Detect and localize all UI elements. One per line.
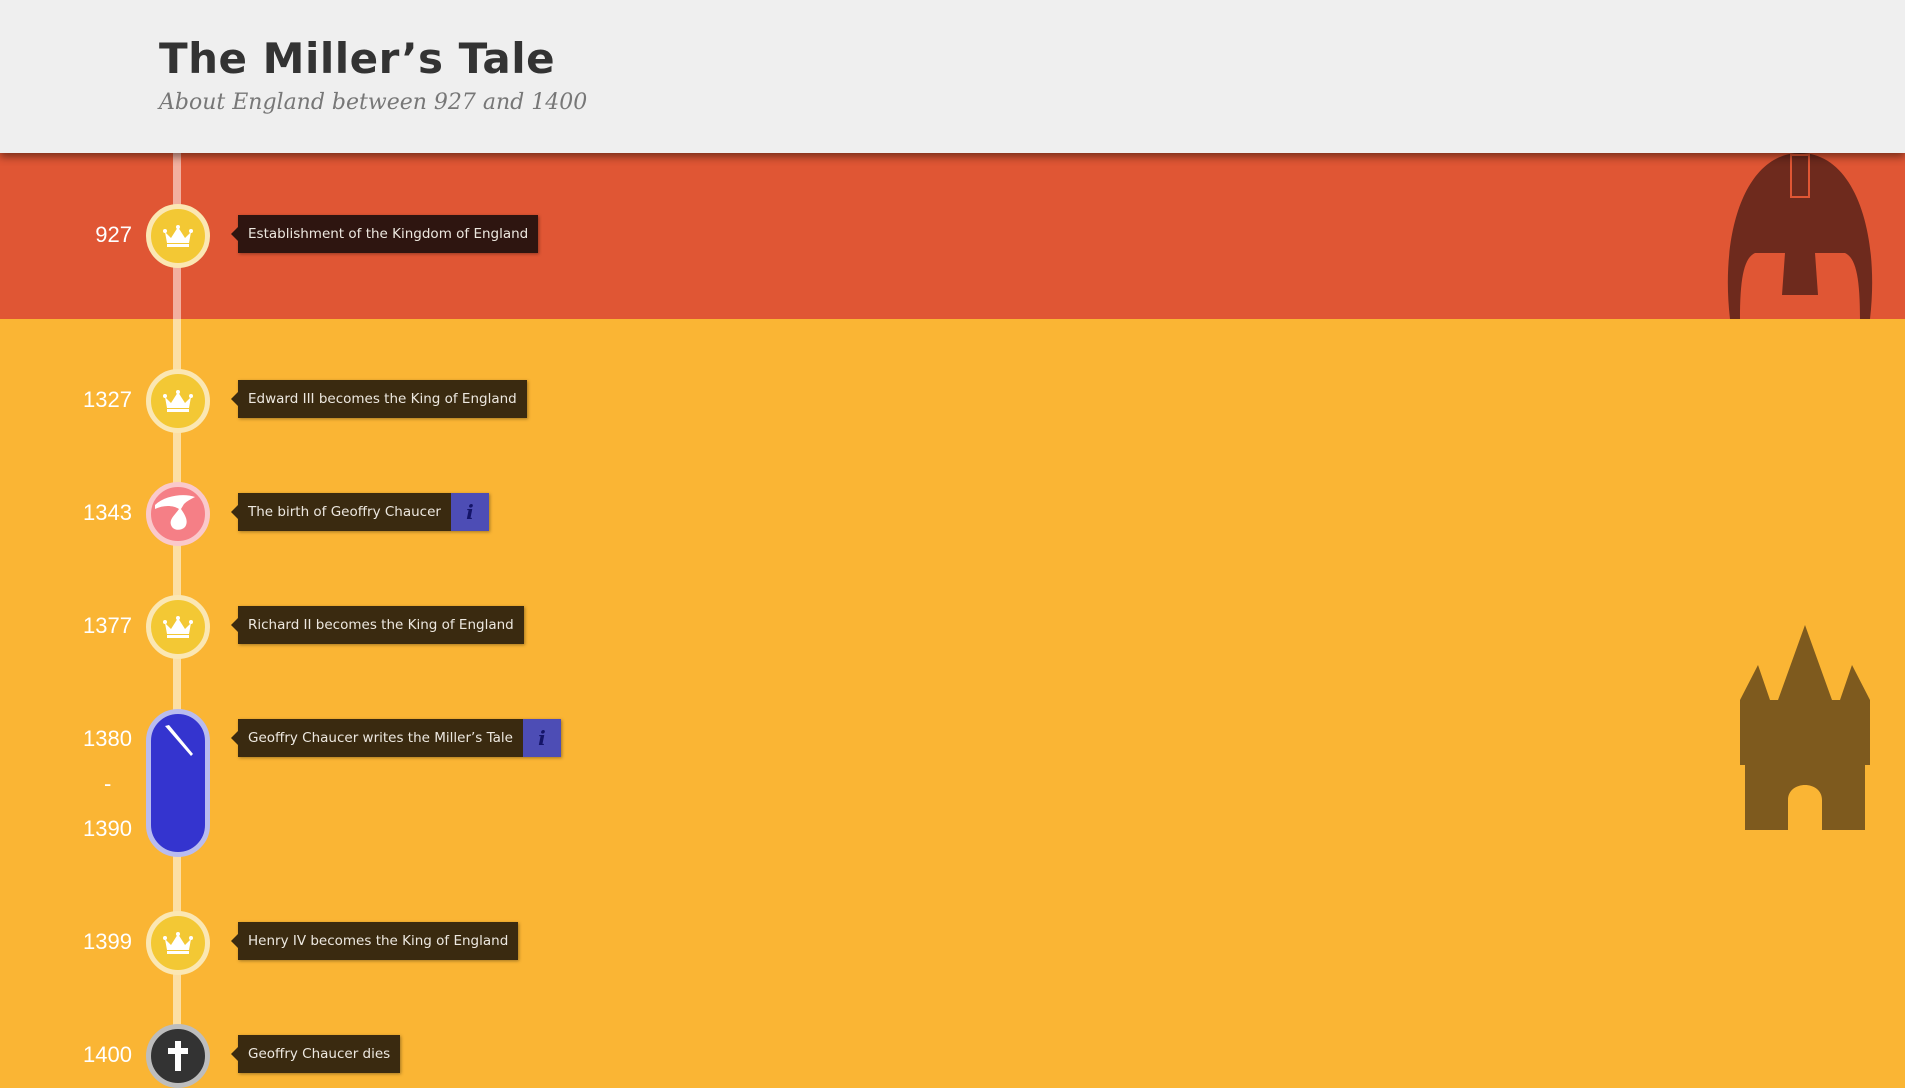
event-node[interactable] xyxy=(146,911,210,975)
cross-icon xyxy=(168,1041,188,1071)
event-year: 927 xyxy=(95,222,132,247)
event-year: 1343 xyxy=(83,500,132,525)
info-button[interactable]: i xyxy=(522,719,561,757)
event-node[interactable] xyxy=(146,482,210,546)
event-year-start: 1380 xyxy=(83,726,132,751)
event-node[interactable] xyxy=(146,204,210,268)
event-label[interactable]: Geoffry Chaucer writes the Miller’s Tale… xyxy=(231,719,561,757)
event-label[interactable]: Geoffry Chaucer dies xyxy=(230,1035,401,1073)
event-node[interactable] xyxy=(146,369,210,433)
event-node[interactable] xyxy=(146,595,210,659)
page-subtitle: About England between 927 and 1400 xyxy=(159,90,588,115)
event-label[interactable]: Establishment of the Kingdom of England xyxy=(230,215,539,253)
event-label[interactable]: Richard II becomes the King of England xyxy=(231,606,524,644)
quill-icon xyxy=(165,725,193,756)
castle-icon xyxy=(1740,625,1870,830)
crown-icon xyxy=(163,390,193,412)
event-year: 1400 xyxy=(83,1042,132,1067)
event-label[interactable]: Edward III becomes the King of England xyxy=(231,380,527,418)
event-label[interactable]: The birth of Geoffry Chaucer i xyxy=(231,493,489,531)
page-title: The Miller’s Tale xyxy=(159,34,556,83)
event-year: 1399 xyxy=(83,929,132,954)
event-node[interactable] xyxy=(146,1024,210,1088)
event-year-end: 1390 xyxy=(83,816,132,841)
page-header: The Miller’s Tale About England between … xyxy=(0,0,1905,153)
stork-icon xyxy=(155,495,195,530)
crown-icon xyxy=(163,225,193,247)
event-period-node[interactable] xyxy=(146,709,210,857)
crown-icon xyxy=(163,932,193,954)
event-year: 1327 xyxy=(83,387,132,412)
event-label[interactable]: Henry IV becomes the King of England xyxy=(230,922,519,960)
helmet-icon xyxy=(1727,153,1873,319)
info-button[interactable]: i xyxy=(450,493,489,531)
event-year-separator: - xyxy=(104,771,112,796)
event-year: 1377 xyxy=(83,613,132,638)
crown-icon xyxy=(163,616,193,638)
